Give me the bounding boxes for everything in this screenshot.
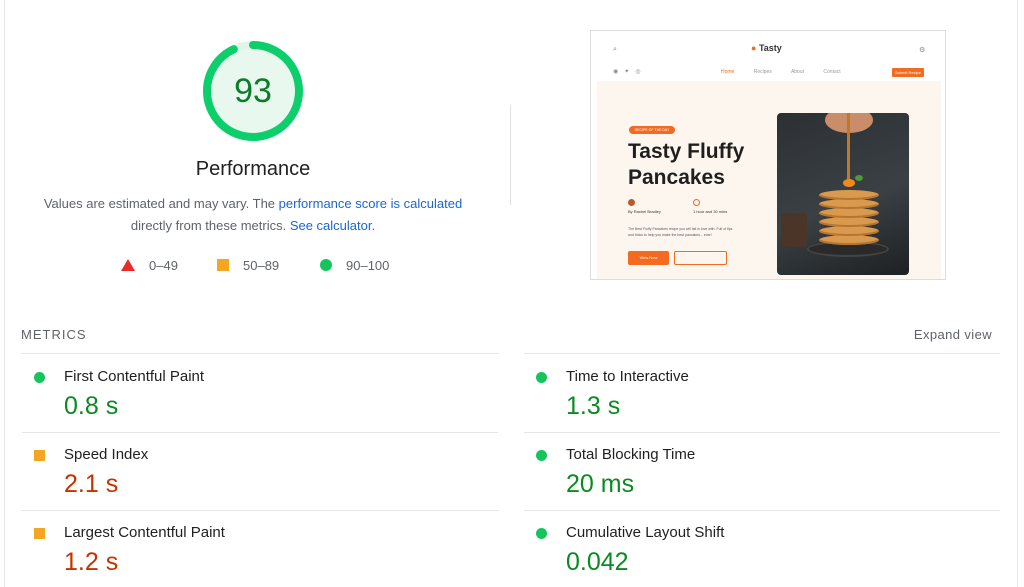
search-icon: ⌕ [613,46,617,53]
metric-status-icon [536,528,547,539]
thumb-time: 1 hour and 30 mins [693,199,727,214]
metric-value: 1.2 s [64,548,119,576]
description-text: Values are estimated and may vary. The [43,196,279,211]
metric-speed-index: Speed Index 2.1 s [22,432,498,510]
thumb-hero: RECIPE OF THE DAY Tasty Fluffy Pancakes … [597,81,941,279]
metric-label: Largest Contentful Paint [64,524,225,541]
metric-value: 0.042 [566,548,629,576]
score-calculated-link[interactable]: performance score is calculated [279,196,463,211]
metric-status-icon [536,372,547,383]
metric-status-icon [536,450,547,461]
metric-first-contentful-paint: First Contentful Paint 0.8 s [22,354,498,432]
legend-good-label: 90–100 [346,257,390,273]
thumb-nav-contact: Contact [823,69,841,75]
legend-good: 90–100 [320,256,389,274]
metric-status-icon [34,528,45,539]
fruit-topping [843,179,855,187]
clock-icon [693,199,700,206]
legend-poor-label: 0–49 [149,257,178,273]
thumb-title: Tasty Fluffy Pancakes [628,140,745,189]
thumb-time-text: 1 hour and 30 mins [693,209,728,214]
pancake-shape [819,217,879,227]
square-icon [217,259,229,271]
page-screenshot-thumbnail[interactable]: ⌕ ● Tasty ⚙ ◉✦◎ Home Recipes About Conta… [590,30,946,280]
metric-total-blocking-time: Total Blocking Time 20 ms [524,432,1000,510]
pancake-shape [819,190,879,200]
thumb-badge: RECIPE OF THE DAY [629,126,675,134]
thumb-nav-links: Home Recipes About Contact [721,69,859,75]
metric-label: Total Blocking Time [566,446,696,463]
syrup-shape [847,113,850,185]
gauge-title: Performance [195,158,311,180]
thumb-nav-about: About [790,69,805,75]
metric-status-icon [34,372,45,383]
avatar [628,199,635,206]
settings-icon: ⚙ [919,47,926,54]
thumb-secondary-button [674,251,727,265]
metric-value: 1.3 s [566,392,621,420]
see-calculator-link[interactable]: See calculator [290,218,372,233]
pancake-shape [819,235,879,245]
metric-value: 2.1 s [64,470,119,498]
metrics-heading: METRICS [21,327,87,342]
thumb-view-button: View Now [628,251,669,265]
thumb-nav-recipes: Recipes [753,69,772,75]
pancake-photo [777,113,909,275]
section-divider [510,105,511,205]
score-description: Values are estimated and may vary. The p… [28,193,478,237]
description-text-middle: directly from these metrics. [130,218,290,233]
metric-label: Speed Index [64,446,149,463]
metric-value: 20 ms [566,470,635,498]
metric-time-to-interactive: Time to Interactive 1.3 s [524,354,1000,432]
legend-average-label: 50–89 [243,257,280,273]
pancake-shape [819,226,879,236]
triangle-icon [121,259,135,271]
legend-poor: 0–49 [121,256,178,274]
thumb-logo: ● Tasty [751,43,782,53]
thumb-body: The Best Fluffy Pancakes recipe you will… [628,227,733,237]
metric-value: 0.8 s [64,392,119,420]
metric-status-icon [34,450,45,461]
performance-gauge[interactable]: 93 [200,38,306,144]
cup-shape [781,213,807,247]
gauge-score: 93 [234,72,272,110]
thumb-author: By Rachel Bradley [628,199,661,214]
description-text-end: . [371,218,376,233]
metric-label: First Contentful Paint [64,368,205,385]
thumb-nav-home: Home [721,69,735,75]
circle-icon [320,259,332,271]
pancake-shape [819,199,879,209]
metric-largest-contentful-paint: Largest Contentful Paint 1.2 s [22,510,498,587]
pancake-shape [819,208,879,218]
thumb-submit-button: Submit Recipe [892,68,924,77]
mint-leaf [855,175,863,181]
thumb-logo-text: Tasty [758,43,782,53]
metric-label: Cumulative Layout Shift [566,524,725,541]
social-icons: ◉✦◎ [613,69,647,75]
metric-label: Time to Interactive [566,368,689,385]
thumb-author-name: By Rachel Bradley [628,209,661,214]
expand-view-button[interactable]: Expand view [904,327,992,342]
thumb-top-bar: ⌕ ● Tasty ⚙ [591,31,945,59]
logo-icon: ● [751,43,757,53]
legend-average: 50–89 [217,256,279,274]
metric-cumulative-layout-shift: Cumulative Layout Shift 0.042 [524,510,1000,587]
